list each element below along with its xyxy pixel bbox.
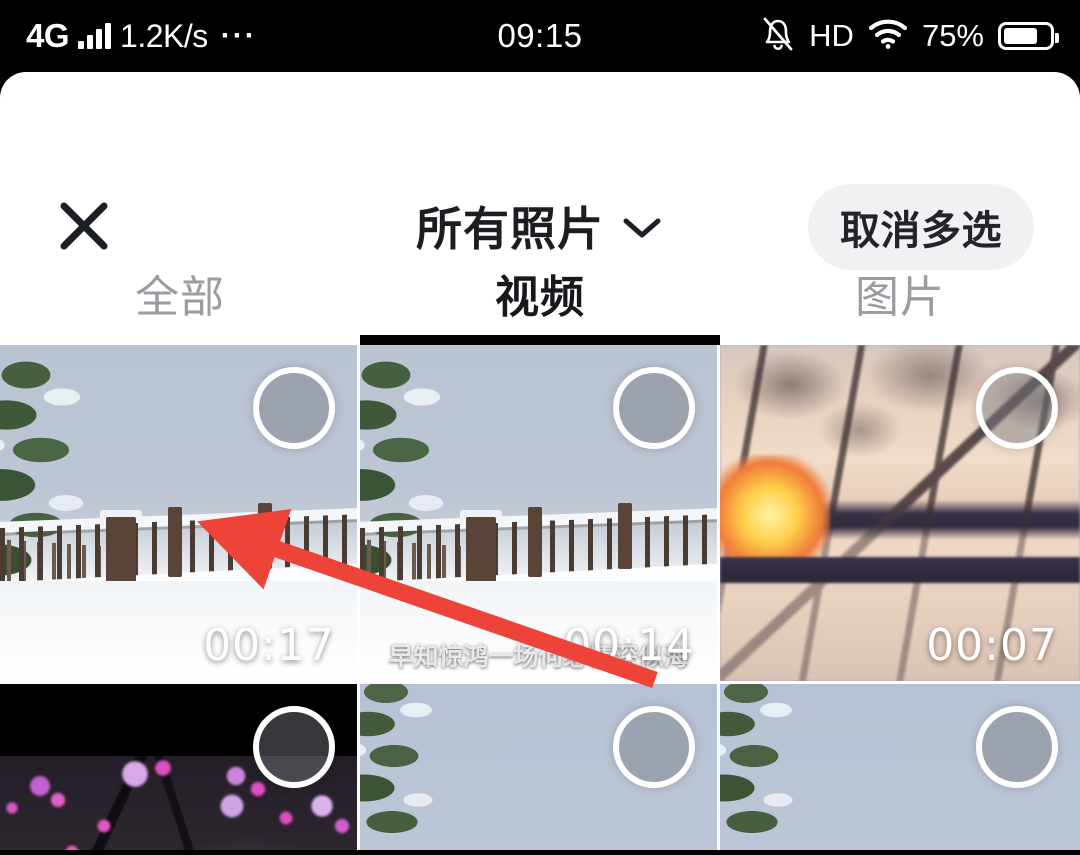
- select-checkbox[interactable]: [253, 706, 335, 788]
- media-grid: 00:17 早知惊鸿一场何必情深似海 00:14 00:07: [0, 345, 1080, 850]
- status-bar-left: 4G 1.2K/s ···: [26, 17, 257, 55]
- post-art: [618, 503, 632, 569]
- duration-label: 00:14: [563, 620, 695, 671]
- picker-header: 所有照片 取消多选: [0, 72, 1080, 270]
- duration-label: 00:17: [203, 620, 335, 671]
- status-bar-right: HD 75%: [761, 15, 1059, 58]
- duration-label: 00:07: [926, 620, 1058, 671]
- media-cell-dark-blossoms[interactable]: [0, 684, 357, 850]
- post-art: [258, 503, 272, 569]
- tab-all[interactable]: 全部: [0, 240, 360, 345]
- overflow-dots-icon: ···: [220, 19, 257, 52]
- media-type-tabs: 全部 视频 图片: [0, 240, 1080, 345]
- tab-image[interactable]: 图片: [720, 240, 1080, 345]
- wifi-icon: [868, 18, 908, 55]
- select-checkbox[interactable]: [613, 367, 695, 449]
- media-cell-sunset-trees-7s[interactable]: 00:07: [720, 345, 1080, 681]
- tab-video[interactable]: 视频: [360, 240, 720, 345]
- media-cell-snowy-sky-a[interactable]: [360, 684, 717, 850]
- tab-all-label: 全部: [135, 272, 225, 322]
- tree-art: [360, 684, 484, 850]
- data-speed-label: 1.2K/s: [120, 17, 208, 54]
- select-checkbox[interactable]: [976, 367, 1058, 449]
- battery-percent-label: 75%: [921, 18, 984, 53]
- bell-muted-icon: [761, 15, 795, 58]
- media-cell-snow-deck-14s[interactable]: 早知惊鸿一场何必情深似海 00:14: [360, 345, 717, 681]
- tab-video-label: 视频: [495, 272, 585, 322]
- tab-image-label: 图片: [855, 272, 945, 322]
- select-checkbox[interactable]: [613, 706, 695, 788]
- select-checkbox[interactable]: [976, 706, 1058, 788]
- status-bar: 4G 1.2K/s ··· 09:15 HD 75%: [0, 0, 1080, 72]
- media-cell-snow-deck-17s[interactable]: 00:17: [0, 345, 357, 681]
- tree-art: [720, 684, 844, 850]
- battery-icon: [998, 22, 1059, 50]
- hd-label: HD: [809, 18, 854, 53]
- media-cell-snowy-sky-b[interactable]: [720, 684, 1080, 850]
- waterline-art: [720, 557, 1080, 583]
- network-type-label: 4G: [26, 17, 70, 54]
- signal-bars-icon: [78, 23, 112, 49]
- tab-video-underline: [360, 335, 720, 345]
- post-art: [528, 507, 542, 577]
- select-checkbox[interactable]: [253, 367, 335, 449]
- photo-picker-sheet: 所有照片 取消多选 全部 视频 图片 00:17 早知惊鸿一场何必情深似海 00…: [0, 72, 1080, 850]
- battery-fill: [1004, 28, 1037, 44]
- post-art: [168, 507, 182, 577]
